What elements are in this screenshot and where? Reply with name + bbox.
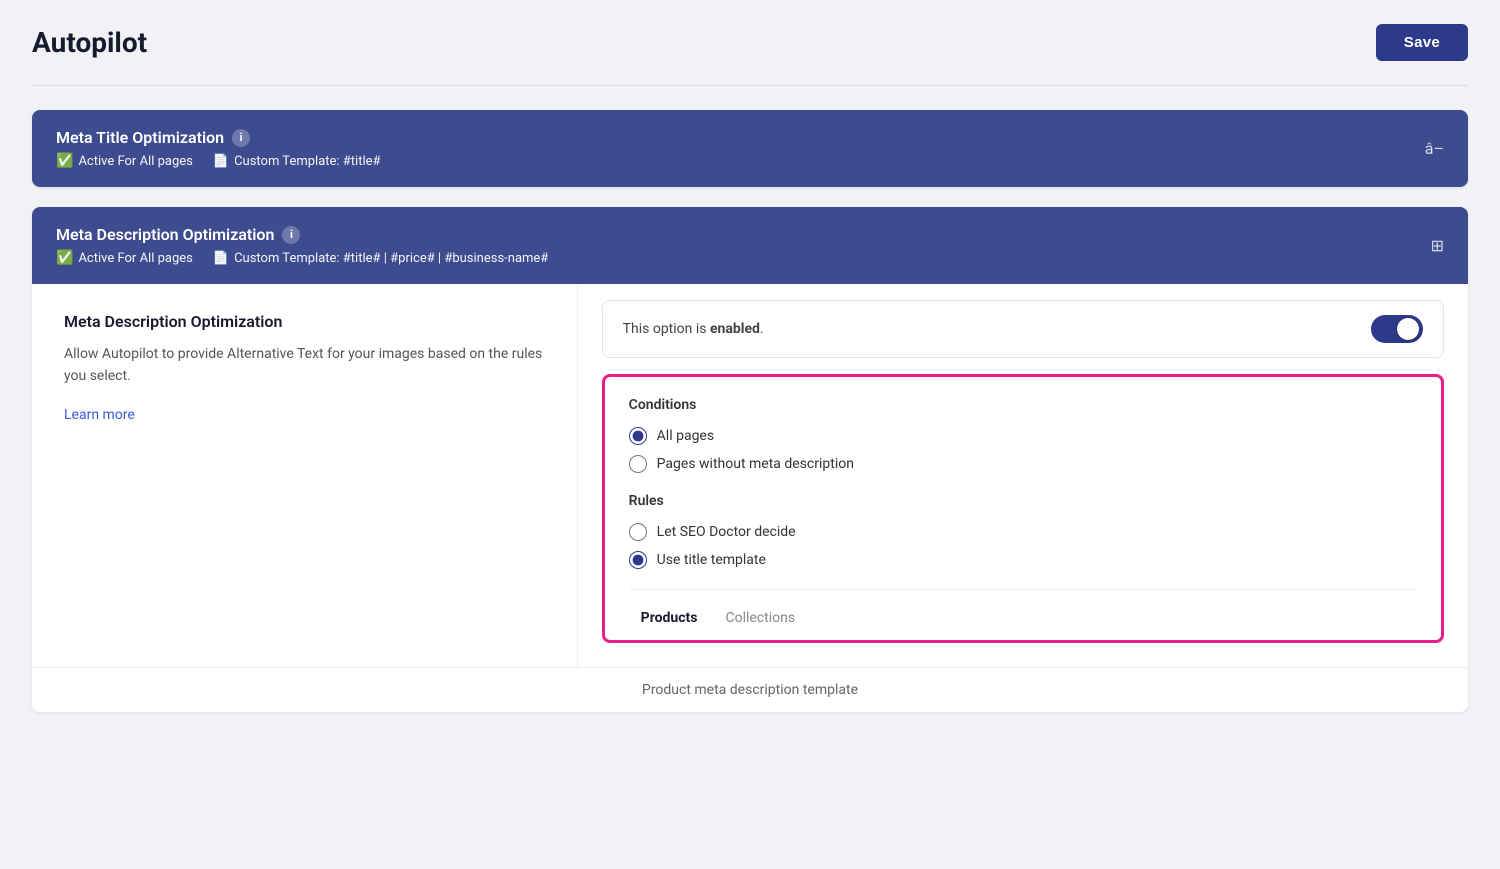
doc-icon-2: 📄 (213, 251, 229, 266)
learn-more-link[interactable]: Learn more (64, 407, 135, 423)
rules-title: Rules (629, 493, 1417, 509)
page-title: Autopilot (32, 26, 147, 59)
meta-description-card: Meta Description Optimization i ✅ Active… (32, 207, 1468, 712)
meta-title-header-left: Meta Title Optimization i ✅ Active For A… (56, 128, 381, 169)
meta-description-meta: ✅ Active For All pages 📄 Custom Template… (56, 250, 548, 266)
rule-use-title[interactable]: Use title template (629, 551, 1417, 569)
conditions-radio-group: All pages Pages without meta description (629, 427, 1417, 473)
condition-all-pages-radio[interactable] (629, 427, 647, 445)
content-right: This option is enabled. Conditions All (578, 284, 1468, 667)
save-button[interactable]: Save (1376, 24, 1468, 61)
meta-description-label: Meta Description Optimization (56, 225, 274, 244)
toggle-row: This option is enabled. (602, 300, 1444, 358)
tab-collections[interactable]: Collections (713, 604, 807, 632)
meta-title-meta: ✅ Active For All pages 📄 Custom Template… (56, 153, 381, 169)
meta-title-active: ✅ Active For All pages (56, 153, 193, 169)
meta-description-active: ✅ Active For All pages (56, 250, 193, 266)
check-icon-2: ✅ (56, 250, 73, 266)
meta-description-header-title: Meta Description Optimization i (56, 225, 548, 244)
rules-radio-group: Let SEO Doctor decide Use title template (629, 523, 1417, 569)
meta-title-header: Meta Title Optimization i ✅ Active For A… (32, 110, 1468, 187)
condition-all-pages-label: All pages (657, 428, 714, 444)
bottom-hint-label: Product meta description template (642, 682, 858, 698)
page-wrapper: Autopilot Save Meta Title Optimization i… (0, 0, 1500, 869)
meta-title-card: Meta Title Optimization i ✅ Active For A… (32, 110, 1468, 187)
meta-title-header-title: Meta Title Optimization i (56, 128, 381, 147)
content-left: Meta Description Optimization Allow Auto… (32, 284, 578, 667)
meta-description-content: Meta Description Optimization Allow Auto… (32, 284, 1468, 667)
bottom-hint: Product meta description template (32, 667, 1468, 712)
meta-title-info-icon[interactable]: i (232, 129, 250, 147)
content-left-title: Meta Description Optimization (64, 312, 545, 331)
conditions-title: Conditions (629, 397, 1417, 413)
rule-let-seo-label: Let SEO Doctor decide (657, 524, 796, 540)
condition-pages-without-label: Pages without meta description (657, 456, 854, 472)
rule-let-seo[interactable]: Let SEO Doctor decide (629, 523, 1417, 541)
rule-use-title-label: Use title template (657, 552, 766, 568)
rule-use-title-radio[interactable] (629, 551, 647, 569)
meta-description-header-left: Meta Description Optimization i ✅ Active… (56, 225, 548, 266)
meta-title-label: Meta Title Optimization (56, 128, 224, 147)
meta-description-template: 📄 Custom Template: #title# | #price# | #… (213, 251, 548, 266)
meta-title-collapse-button[interactable]: â– (1425, 139, 1444, 158)
meta-description-collapse-button[interactable]: ⊞ (1431, 236, 1444, 255)
content-left-desc: Allow Autopilot to provide Alternative T… (64, 343, 545, 388)
doc-icon: 📄 (213, 154, 229, 169)
conditions-box: Conditions All pages Pages without meta … (602, 374, 1444, 643)
tab-products[interactable]: Products (629, 604, 710, 632)
toggle-text: This option is enabled. (623, 321, 764, 337)
enabled-toggle[interactable] (1371, 315, 1423, 343)
toggle-slider (1371, 315, 1423, 343)
rule-let-seo-radio[interactable] (629, 523, 647, 541)
meta-description-header: Meta Description Optimization i ✅ Active… (32, 207, 1468, 284)
condition-all-pages[interactable]: All pages (629, 427, 1417, 445)
page-header: Autopilot Save (32, 24, 1468, 61)
meta-description-info-icon[interactable]: i (282, 226, 300, 244)
header-divider (32, 85, 1468, 86)
check-icon: ✅ (56, 153, 73, 169)
condition-pages-without[interactable]: Pages without meta description (629, 455, 1417, 473)
sub-tabs: Products Collections (629, 589, 1417, 632)
meta-title-template: 📄 Custom Template: #title# (213, 154, 381, 169)
condition-pages-without-radio[interactable] (629, 455, 647, 473)
